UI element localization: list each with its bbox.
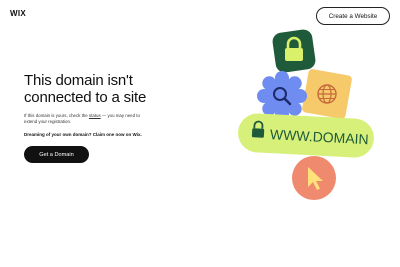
description-prefix: If this domain is yours, check the	[24, 113, 89, 118]
create-website-button[interactable]: Create a Website	[316, 7, 390, 25]
headline-line-2: connected to a site	[24, 89, 147, 106]
page: WIX Create a Website This domain isn't c…	[0, 0, 400, 267]
search-icon	[257, 71, 307, 121]
wix-logo[interactable]: WIX	[10, 9, 26, 18]
status-link[interactable]: status	[89, 113, 101, 118]
domain-illustration: WWW.DOMAIN	[238, 29, 374, 200]
lock-icon	[272, 29, 316, 73]
headline-line-1: This domain isn't	[24, 72, 133, 89]
cursor-icon	[292, 156, 336, 200]
get-domain-button[interactable]: Get a Domain	[24, 146, 89, 163]
page-title: This domain isn't connected to a site	[24, 72, 224, 106]
domain-pill: WWW.DOMAIN	[238, 113, 374, 158]
claim-domain-text: Dreaming of your own domain? Claim one n…	[24, 132, 142, 137]
globe-icon	[302, 69, 352, 119]
description-text: If this domain is yours, check the statu…	[24, 113, 154, 125]
